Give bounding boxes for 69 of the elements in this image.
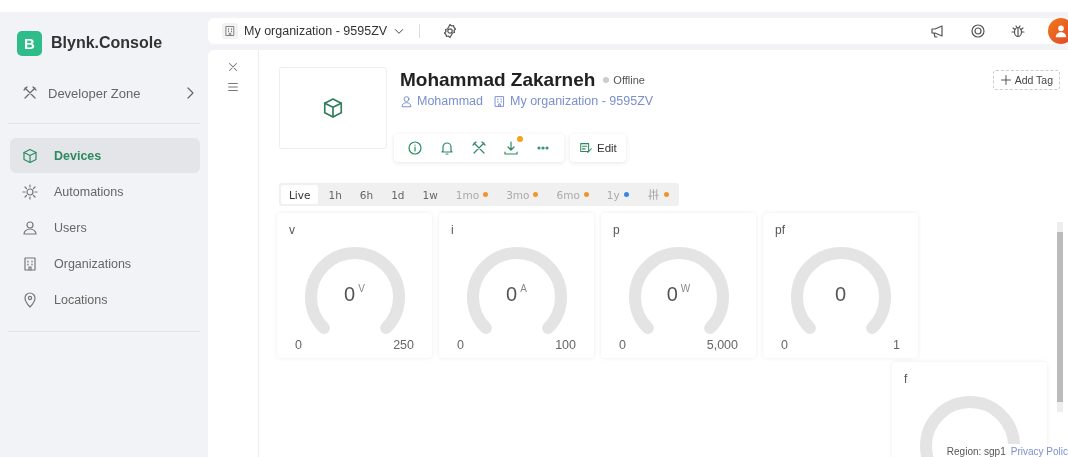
widget-title: f	[904, 372, 909, 386]
widget-title: p	[613, 223, 621, 237]
widget-title: v	[289, 223, 296, 237]
cube-icon	[322, 97, 344, 119]
sidebar-item[interactable]: Locations	[10, 282, 200, 317]
tools-icon	[471, 140, 487, 156]
scrollbar[interactable]	[1057, 222, 1063, 412]
privacy-link[interactable]: Privacy Polic	[1010, 446, 1068, 457]
unit-label: W	[680, 283, 691, 296]
sidebar-item[interactable]: Organizations	[10, 246, 200, 281]
megaphone-icon	[930, 23, 946, 39]
unit-label: A	[520, 283, 527, 296]
building-icon	[493, 94, 506, 108]
brand-name: Blynk.Console	[51, 34, 163, 52]
gauge-min: 0	[619, 338, 626, 352]
sidebar-item[interactable]: Devices	[10, 138, 200, 173]
status-label: Offline	[613, 74, 645, 86]
widget-title: pf	[775, 223, 786, 237]
time-range-tab[interactable]: 1w	[414, 185, 446, 204]
gauge-min: 0	[295, 338, 302, 352]
add-tag-button[interactable]: Add Tag	[992, 70, 1060, 90]
plus-icon	[999, 74, 1012, 86]
sidebar-item[interactable]: Users	[10, 210, 200, 245]
owner-link[interactable]: Mohammad	[400, 94, 483, 108]
gauge-max: 100	[555, 338, 576, 352]
time-range-tab[interactable]: Live	[281, 185, 319, 204]
organization-link[interactable]: My organization - 9595ZV	[493, 94, 654, 108]
widget-title: i	[451, 223, 455, 237]
bell-icon	[439, 140, 455, 156]
unit-label: V	[358, 283, 365, 296]
gauge-max: 1	[893, 338, 900, 352]
time-range-tab[interactable]: 1d	[383, 185, 413, 204]
settings-icon	[442, 23, 459, 39]
user-avatar[interactable]	[1048, 18, 1068, 44]
gauge-max: 250	[393, 338, 414, 352]
location-pin-icon	[22, 291, 38, 308]
edit-icon	[579, 141, 593, 155]
gauge-min: 0	[781, 338, 788, 352]
sliders-icon	[646, 188, 660, 201]
close-button[interactable]	[226, 60, 240, 74]
sun-icon	[22, 183, 38, 200]
menu-icon	[226, 80, 240, 94]
gauge-value: 0	[506, 283, 518, 306]
notification-dot	[517, 136, 523, 142]
region-label: Region: sgp1	[946, 446, 1006, 457]
building-icon	[22, 255, 38, 272]
user-icon	[400, 94, 413, 108]
info-icon	[407, 140, 423, 156]
building-icon	[224, 25, 236, 37]
edit-button[interactable]: Edit	[570, 134, 626, 162]
tools-icon	[22, 85, 38, 101]
organization-dropdown[interactable]: My organization - 9595ZV	[222, 23, 406, 39]
close-icon	[226, 60, 240, 74]
user-icon	[22, 219, 38, 236]
device-name: Mohammad Zakarneh	[400, 69, 596, 91]
gauge-value: 0	[666, 283, 678, 306]
lifebuoy-icon	[970, 23, 986, 39]
developer-zone-item[interactable]: Developer Zone	[22, 77, 198, 109]
menu-button[interactable]	[226, 80, 240, 94]
gauge-value: 0	[344, 283, 356, 306]
gauge-min: 0	[457, 338, 464, 352]
cube-icon	[22, 147, 38, 164]
time-range-tab[interactable]: 6h	[351, 185, 382, 204]
sidebar-item[interactable]: Automations	[10, 174, 200, 209]
gauge-value: 0	[834, 283, 847, 306]
download-icon	[503, 140, 519, 156]
bug-icon	[1010, 23, 1026, 39]
time-range-tab[interactable]: 1h	[320, 185, 350, 204]
gauge-max: 5,000	[706, 338, 738, 352]
